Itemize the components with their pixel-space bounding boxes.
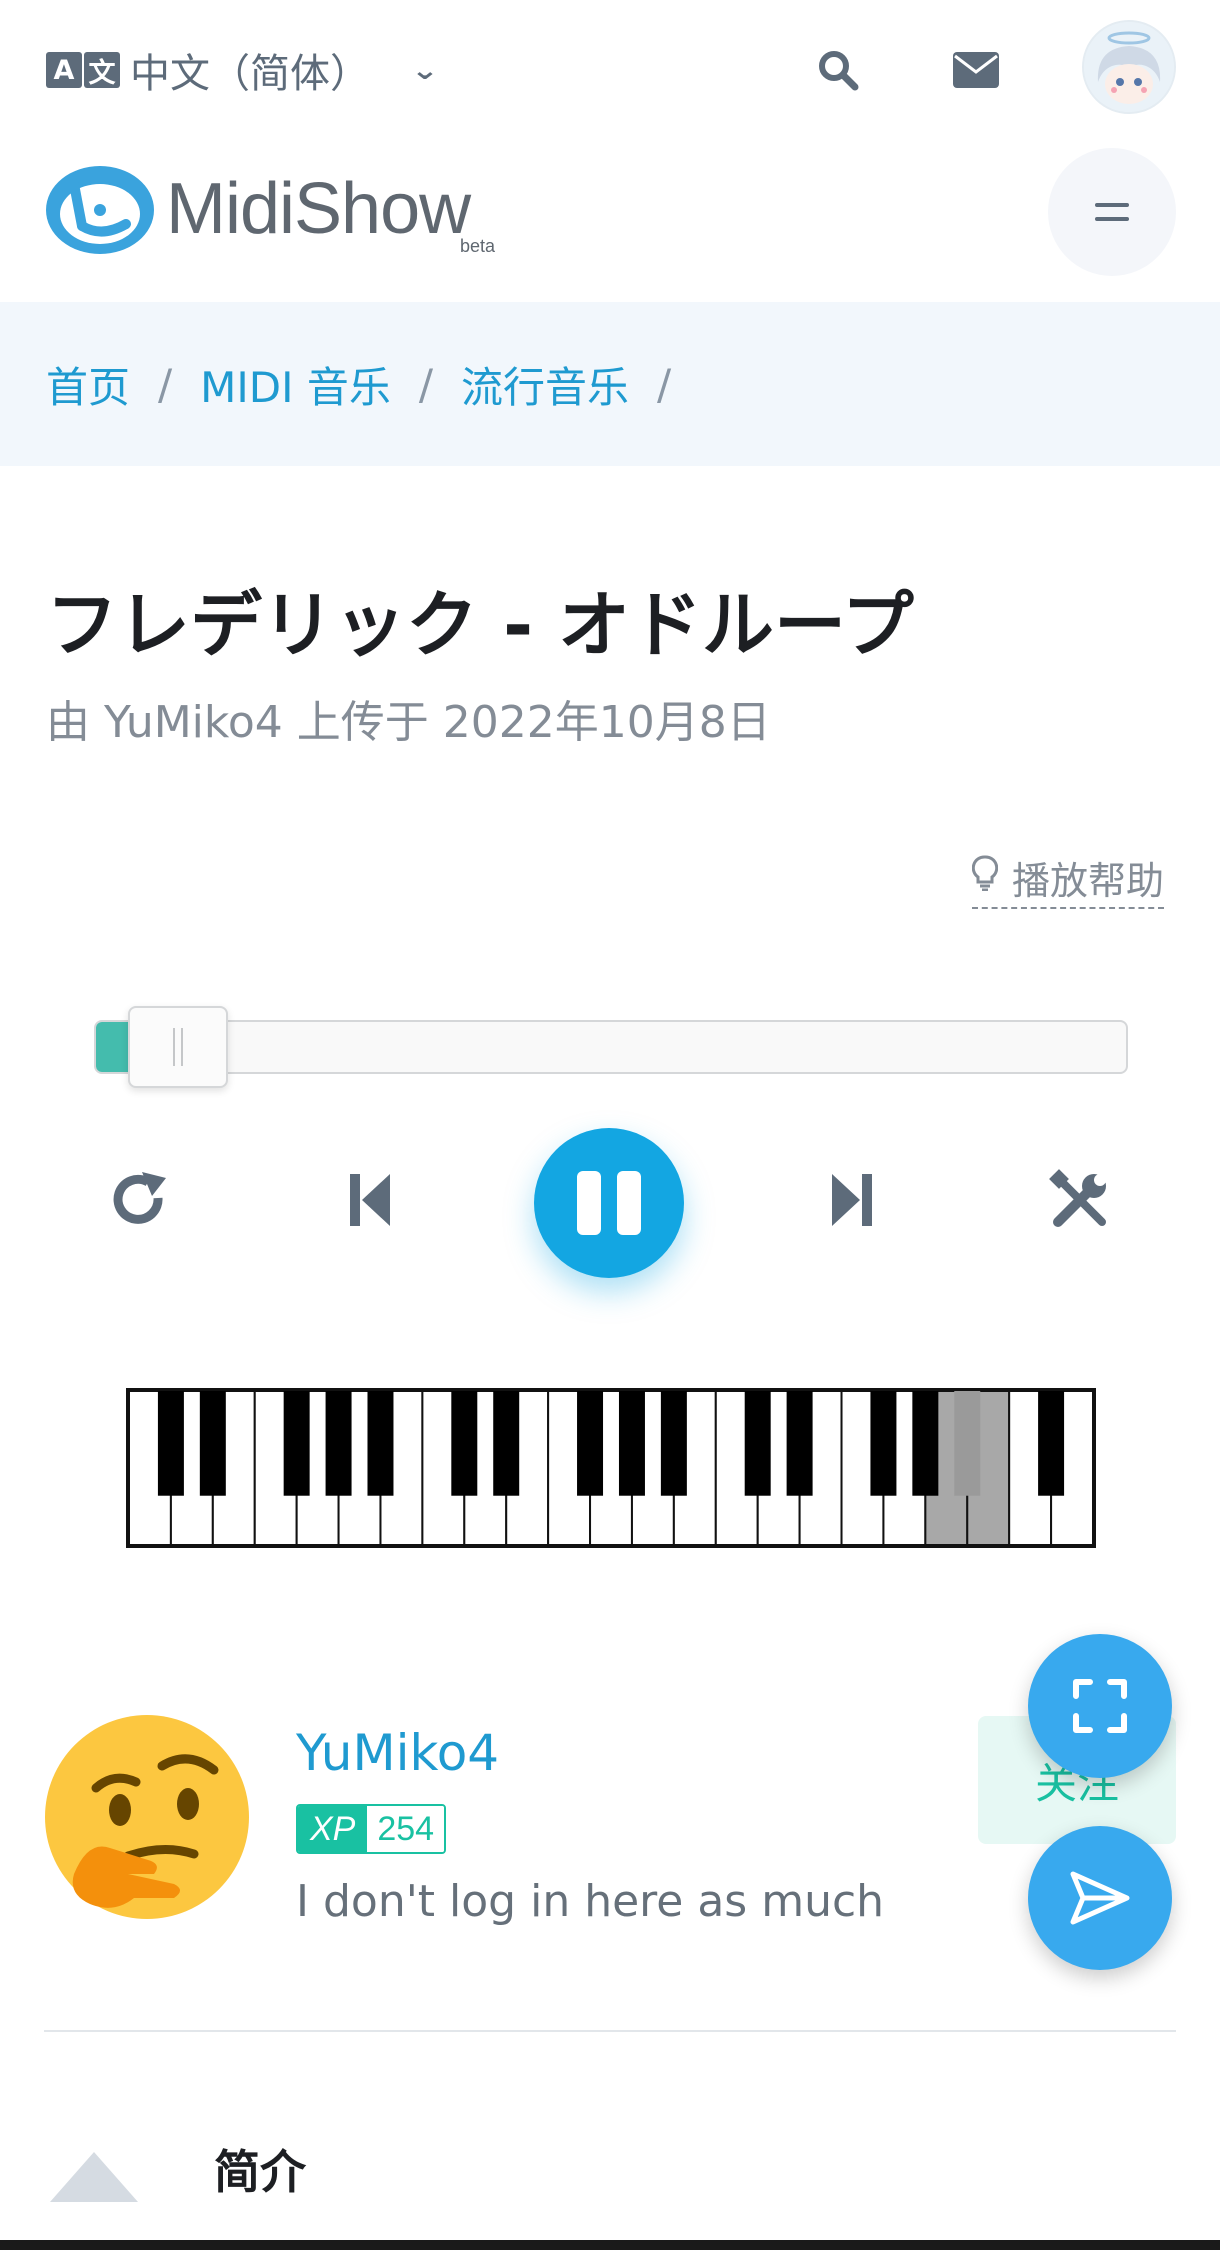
user-name-link[interactable]: YuMiko4 [296, 1724, 499, 1782]
piano-black-key[interactable] [493, 1391, 520, 1496]
logo-row: MidiShow beta [0, 140, 1220, 302]
piano-keyboard [126, 1388, 1096, 1548]
piano-black-key[interactable] [451, 1391, 478, 1496]
breadcrumb-separator: / [418, 359, 434, 409]
piano-black-key[interactable] [283, 1391, 310, 1496]
piano-black-key[interactable] [660, 1391, 687, 1496]
fullscreen-icon [1073, 1679, 1127, 1733]
previous-icon[interactable] [330, 1160, 410, 1240]
breadcrumb-separator: / [158, 359, 173, 409]
breadcrumb: 首页 / MIDI 音乐 / 流行音乐 / [0, 302, 1220, 466]
bottom-edge [0, 2240, 1220, 2250]
progress-thumb[interactable] [128, 1006, 228, 1088]
translate-icon: A 文 [46, 52, 120, 89]
collapse-up-icon[interactable] [50, 2152, 138, 2202]
piano-black-key[interactable] [618, 1391, 645, 1496]
piano-black-key[interactable] [786, 1391, 813, 1496]
piano-black-key[interactable] [199, 1391, 226, 1496]
progress-track[interactable] [94, 1020, 1128, 1074]
piano-black-key[interactable] [577, 1391, 604, 1496]
user-bio: I don't log in here as much [296, 1876, 885, 1927]
xp-value: 254 [367, 1806, 445, 1852]
piano-black-key[interactable] [157, 1391, 184, 1496]
menu-line [1095, 203, 1129, 207]
pause-bar [617, 1171, 641, 1235]
pause-button[interactable] [534, 1128, 684, 1278]
fullscreen-button[interactable] [1028, 1634, 1172, 1778]
thumb-grip [173, 1028, 175, 1066]
top-bar: A 文 中文（简体） ⌄ [0, 0, 1220, 140]
uploader-name: YuMiko4 [104, 697, 283, 748]
piano-black-key[interactable] [367, 1391, 394, 1496]
language-label: 中文（简体） [130, 51, 370, 97]
breadcrumb-pop-music[interactable]: 流行音乐 [461, 354, 629, 415]
breadcrumb-separator: / [657, 359, 672, 409]
share-button[interactable] [1028, 1826, 1172, 1970]
piano-black-key[interactable] [912, 1391, 939, 1496]
section-divider [44, 2030, 1176, 2032]
tools-icon[interactable] [1040, 1160, 1120, 1240]
language-selector[interactable]: A 文 中文（简体） ⌄ [46, 42, 440, 98]
thinking-face-avatar[interactable] [44, 1714, 250, 1920]
menu-button[interactable] [1048, 148, 1176, 276]
search-icon[interactable] [808, 40, 868, 100]
playback-help-link[interactable]: 播放帮助 [971, 850, 1165, 909]
midishow-logo-icon[interactable] [44, 164, 156, 256]
logo-text[interactable]: MidiShow [166, 168, 471, 250]
user-avatar-top[interactable] [1082, 20, 1176, 114]
next-icon[interactable] [812, 1160, 892, 1240]
breadcrumb-home[interactable]: 首页 [46, 354, 130, 415]
uploaded-prefix: 上传于 [296, 697, 429, 748]
menu-line [1095, 217, 1129, 221]
upload-meta: 由 YuMiko4 上传于 2022年10月8日 [46, 686, 771, 750]
envelope-icon[interactable] [946, 40, 1006, 100]
replay-icon[interactable] [100, 1160, 180, 1240]
playback-help-label: 播放帮助 [1012, 859, 1165, 903]
xp-label: XP [298, 1806, 368, 1852]
pause-bar [577, 1171, 601, 1235]
lightbulb-icon [971, 855, 999, 900]
piano-black-key[interactable] [870, 1391, 897, 1496]
thumb-grip [181, 1028, 183, 1066]
breadcrumb-midi-music[interactable]: MIDI 音乐 [200, 354, 391, 415]
song-title: フレデリック - オドループ [46, 583, 914, 667]
intro-heading: 简介 [214, 2145, 306, 2199]
uploaded-date: 2022年10月8日 [442, 697, 771, 748]
piano-black-key[interactable] [1038, 1391, 1065, 1496]
piano-black-key[interactable] [325, 1391, 352, 1496]
chevron-down-icon: ⌄ [410, 54, 440, 85]
piano-black-key[interactable] [744, 1391, 771, 1496]
send-icon [1070, 1871, 1130, 1925]
piano-black-key[interactable] [954, 1391, 981, 1496]
uploader-prefix: 由 [46, 697, 90, 748]
xp-badge: XP 254 [296, 1804, 447, 1854]
logo-beta-badge: beta [460, 236, 496, 256]
